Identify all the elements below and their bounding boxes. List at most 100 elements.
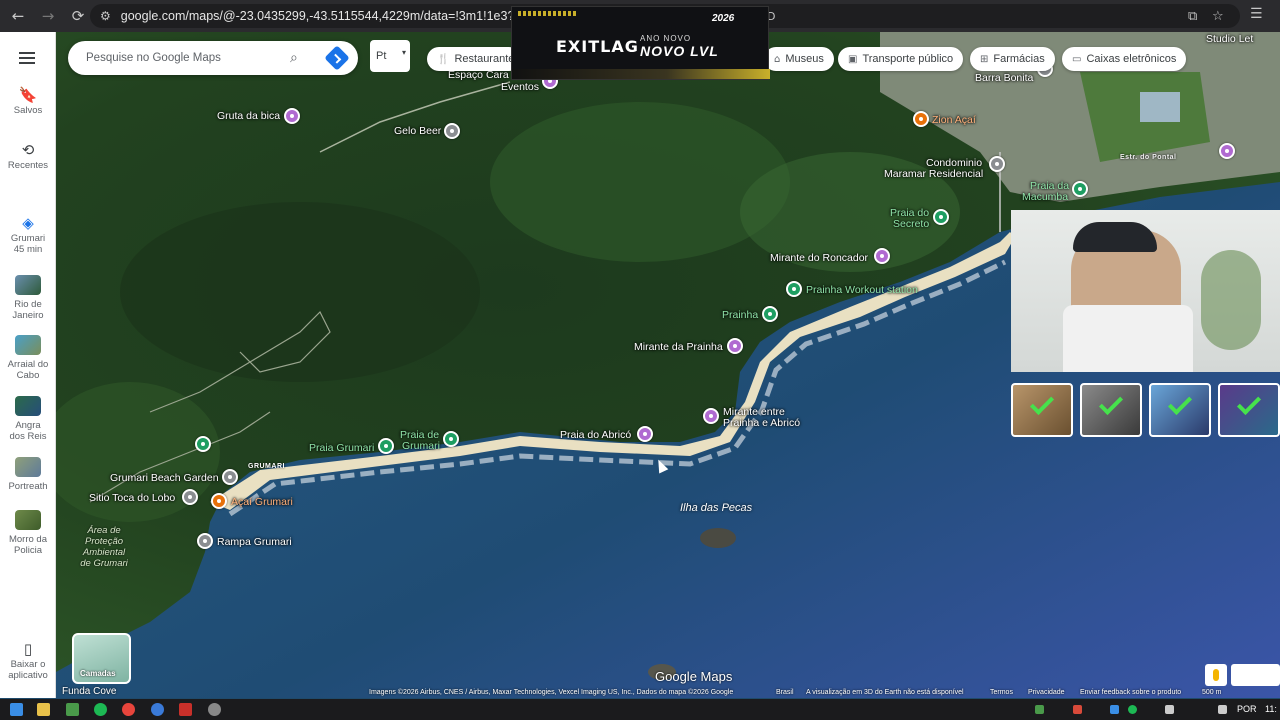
site-info-icon[interactable]: ⚙ (100, 9, 111, 23)
rail-arraial-line2: Cabo (16, 370, 40, 381)
place-praia-grumari[interactable]: Praia Grumari (309, 442, 374, 454)
rail-angra[interactable]: Angra dos Reis (0, 396, 56, 442)
place-pin-icon[interactable] (197, 533, 213, 549)
chip-restaurants-label: Restaurante (454, 53, 515, 65)
rail-arraial[interactable]: Arraial do Cabo (0, 335, 56, 381)
rail-portreath-label: Portreath (8, 481, 48, 492)
file-explorer-icon[interactable] (37, 703, 50, 716)
layers-button[interactable]: Camadas (72, 633, 131, 684)
checkmark-icon (1098, 390, 1124, 416)
language-selector[interactable]: Pt ▾ (370, 40, 410, 72)
place-gelo-beer[interactable]: Gelo Beer (394, 125, 441, 137)
attraction-pin-icon[interactable] (727, 338, 743, 354)
rail-rio[interactable]: Rio de Janeiro (0, 275, 56, 321)
tray-icon[interactable] (1073, 705, 1082, 714)
rail-recent[interactable]: ⟲ Recentes (0, 143, 56, 172)
place-gruta-da-bica[interactable]: Gruta da bica (217, 110, 280, 122)
globe-view-toggle[interactable] (1231, 664, 1280, 686)
food-pin-icon[interactable] (211, 493, 227, 509)
attraction-pin-icon[interactable] (1219, 143, 1235, 159)
place-praia-de-grumari-line2[interactable]: Grumari (402, 440, 440, 452)
place-mirante-entre-line2[interactable]: Prainha e Abricó (723, 417, 800, 429)
place-prainha[interactable]: Prainha (722, 309, 758, 321)
place-macumba-line2[interactable]: Macumba (1022, 191, 1068, 203)
place-zion-acai[interactable]: Zion Açaí (932, 114, 976, 126)
place-secreto-line2[interactable]: Secreto (893, 218, 929, 230)
menu-icon[interactable] (19, 52, 35, 64)
attraction-pin-icon[interactable] (703, 408, 719, 424)
place-pin-icon[interactable] (444, 123, 460, 139)
attribution-bar: Imagens ©2026 Airbus, CNES / Airbus, Max… (0, 689, 1280, 699)
network-icon[interactable] (1165, 705, 1174, 714)
reload-icon[interactable]: ⟳ (66, 4, 90, 28)
place-condominio-line2[interactable]: Maramar Residencial (884, 168, 983, 180)
volume-icon[interactable] (1218, 705, 1227, 714)
rail-portreath[interactable]: Portreath (0, 457, 56, 492)
chip-museums[interactable]: ⌂ Museus (764, 47, 834, 71)
clock[interactable]: 11: (1265, 704, 1277, 714)
place-beach-garden[interactable]: Grumari Beach Garden (110, 472, 219, 484)
tray-spotify-icon[interactable] (1128, 705, 1137, 714)
attraction-pin-icon[interactable] (874, 248, 890, 264)
directions-icon[interactable] (324, 45, 350, 71)
terms-link[interactable]: Termos (990, 689, 1013, 696)
privacy-link[interactable]: Privacidade (1028, 689, 1065, 696)
attraction-pin-icon[interactable] (284, 108, 300, 124)
rail-download[interactable]: ▯ Baixar o aplicativo (0, 642, 56, 682)
bookmark-star-icon[interactable]: ☆ (1212, 4, 1224, 28)
place-workout-station[interactable]: Prainha Workout station (806, 284, 918, 296)
place-studio-let[interactable]: Studio Let (1206, 33, 1253, 45)
tray-icon[interactable] (1035, 705, 1044, 714)
place-eventos[interactable]: Eventos (501, 81, 539, 93)
place-pin-icon[interactable] (182, 489, 198, 505)
url-text[interactable]: google.com/maps/@-23.0435299,-43.5115544… (121, 9, 521, 23)
park-pin-icon[interactable] (378, 438, 394, 454)
windows-start-icon[interactable] (10, 703, 23, 716)
pegman-icon[interactable] (1205, 664, 1227, 686)
beach-pin-icon[interactable] (933, 209, 949, 225)
search-box[interactable]: Pesquise no Google Maps ⌕ (68, 41, 358, 75)
browser-menu-icon[interactable]: ☰ (1250, 6, 1263, 22)
forward-icon[interactable]: → (36, 4, 60, 28)
portreath-thumbnail (15, 457, 41, 477)
tray-icon[interactable] (1110, 705, 1119, 714)
country-link[interactable]: Brasil (776, 689, 794, 696)
place-pin-icon[interactable] (222, 469, 238, 485)
beach-pin-icon[interactable] (762, 306, 778, 322)
install-app-icon[interactable]: ⧉ (1188, 4, 1197, 28)
rail-saved[interactable]: 🔖 Salvos (0, 88, 56, 117)
workout-pin-icon[interactable] (786, 281, 802, 297)
chip-restaurants[interactable]: 🍴 Restaurante (427, 47, 521, 71)
place-mirante-prainha[interactable]: Mirante da Prainha (634, 341, 723, 353)
rail-grumari[interactable]: ◈ Grumari 45 min (0, 216, 56, 256)
rail-morro[interactable]: Morro da Policia (0, 510, 56, 556)
park-pin-icon[interactable] (195, 436, 211, 452)
place-rampa-grumari[interactable]: Rampa Grumari (217, 536, 292, 548)
obs-icon[interactable] (208, 703, 221, 716)
place-pin-icon[interactable] (989, 156, 1005, 172)
beach-pin-icon[interactable] (443, 431, 459, 447)
angra-thumbnail (15, 396, 41, 416)
food-pin-icon[interactable] (913, 111, 929, 127)
beach-pin-icon[interactable] (1072, 181, 1088, 197)
place-mirante-roncador[interactable]: Mirante do Roncador (770, 252, 868, 264)
back-icon[interactable]: ← (6, 4, 30, 28)
place-sitio-toca[interactable]: Sitio Toca do Lobo (89, 492, 175, 504)
keyboard-language[interactable]: POR (1237, 704, 1257, 714)
place-praia-abrico[interactable]: Praia do Abricó (560, 429, 631, 441)
app-icon[interactable] (66, 703, 79, 716)
chrome-icon[interactable] (122, 703, 135, 716)
chevron-down-icon: ▾ (401, 48, 406, 57)
app-icon[interactable] (151, 703, 164, 716)
feedback-link[interactable]: Enviar feedback sobre o produto (1080, 689, 1181, 696)
attraction-pin-icon[interactable] (637, 426, 653, 442)
app-icon[interactable] (179, 703, 192, 716)
place-acai-grumari[interactable]: Açaí Grumari (231, 496, 293, 508)
chip-transit[interactable]: ▣ Transporte público (838, 47, 964, 71)
chip-pharmacies[interactable]: ⊞ Farmácias (970, 47, 1055, 71)
place-barra-bonita[interactable]: Barra Bonita (975, 72, 1033, 84)
chip-atms[interactable]: ▭ Caixas eletrônicos (1062, 47, 1187, 71)
spotify-icon[interactable] (94, 703, 107, 716)
search-input[interactable]: Pesquise no Google Maps (86, 52, 286, 64)
search-icon[interactable]: ⌕ (290, 50, 306, 66)
